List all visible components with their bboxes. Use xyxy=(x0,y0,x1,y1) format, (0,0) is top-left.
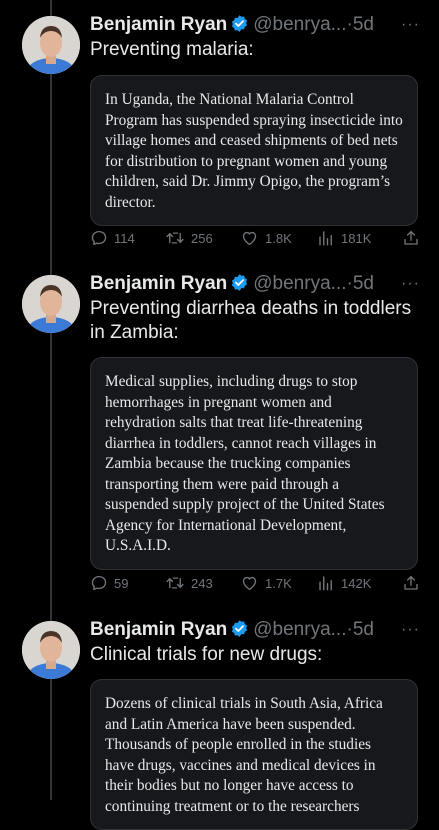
avatar-photo xyxy=(22,621,80,679)
repost-button[interactable]: 256 xyxy=(165,226,213,250)
share-button[interactable] xyxy=(402,226,426,250)
repost-icon xyxy=(166,577,184,589)
repost-button[interactable]: 243 xyxy=(165,571,213,595)
share-button[interactable] xyxy=(402,571,426,595)
timestamp[interactable]: 5d xyxy=(353,619,374,640)
verified-badge-icon xyxy=(232,15,248,32)
thread-line xyxy=(50,0,52,800)
quote-card[interactable]: Dozens of clinical trials in South Asia,… xyxy=(90,679,418,830)
views-icon xyxy=(319,576,332,591)
reply-button[interactable]: 59 xyxy=(90,571,128,595)
like-count: 1.8K xyxy=(265,230,292,246)
author-handle[interactable]: @benrya... xyxy=(253,619,346,640)
avatar[interactable] xyxy=(22,275,80,333)
avatar-photo xyxy=(22,16,80,74)
quote-card[interactable]: Medical supplies, including drugs to sto… xyxy=(90,357,418,570)
reply-icon xyxy=(91,230,107,246)
repost-icon xyxy=(166,232,184,244)
avatar[interactable] xyxy=(22,16,80,74)
action-bar: 114 256 1.8K 181K xyxy=(90,226,425,250)
quote-card[interactable]: In Uganda, the National Malaria Control … xyxy=(90,75,418,226)
action-bar: 59 243 1.7K 142K xyxy=(90,571,425,595)
avatar-photo xyxy=(22,275,80,333)
like-count: 1.7K xyxy=(265,575,292,591)
views-button[interactable]: 181K xyxy=(317,226,371,250)
more-icon[interactable]: ··· xyxy=(401,12,420,38)
like-icon xyxy=(242,231,257,246)
like-icon xyxy=(242,576,257,591)
tweet-text: Clinical trials for new drugs: xyxy=(90,644,323,665)
verified-badge-icon xyxy=(232,620,248,637)
reply-count: 114 xyxy=(114,230,135,246)
repost-count: 243 xyxy=(191,575,213,591)
tweet-text: Preventing diarrhea deaths in toddlers i… xyxy=(90,298,412,343)
reply-button[interactable]: 114 xyxy=(90,226,135,250)
author-name[interactable]: Benjamin Ryan xyxy=(90,14,227,35)
author-name[interactable]: Benjamin Ryan xyxy=(90,619,227,640)
more-icon[interactable]: ··· xyxy=(401,617,420,643)
tweet-header: Benjamin Ryan @benrya...·5d ··· xyxy=(90,617,430,643)
author-handle[interactable]: @benrya... xyxy=(253,14,346,35)
views-count: 181K xyxy=(341,230,372,246)
timestamp[interactable]: 5d xyxy=(353,273,374,294)
timestamp[interactable]: 5d xyxy=(353,14,374,35)
tweet-header: Benjamin Ryan @benrya...·5d ··· xyxy=(90,271,430,297)
views-icon xyxy=(319,231,332,246)
tweet-header: Benjamin Ryan @benrya...·5d ··· xyxy=(90,12,430,38)
tweet-text: Preventing malaria: xyxy=(90,39,254,60)
author-name[interactable]: Benjamin Ryan xyxy=(90,273,227,294)
share-icon xyxy=(404,230,418,245)
more-icon[interactable]: ··· xyxy=(401,271,420,297)
share-icon xyxy=(404,575,418,590)
verified-badge-icon xyxy=(232,274,248,291)
avatar[interactable] xyxy=(22,621,80,679)
views-count: 142K xyxy=(341,575,372,591)
reply-count: 59 xyxy=(114,575,129,591)
repost-count: 256 xyxy=(191,230,213,246)
views-button[interactable]: 142K xyxy=(317,571,371,595)
like-button[interactable]: 1.8K xyxy=(240,226,292,250)
author-handle[interactable]: @benrya... xyxy=(253,273,346,294)
like-button[interactable]: 1.7K xyxy=(240,571,292,595)
reply-icon xyxy=(91,575,107,591)
